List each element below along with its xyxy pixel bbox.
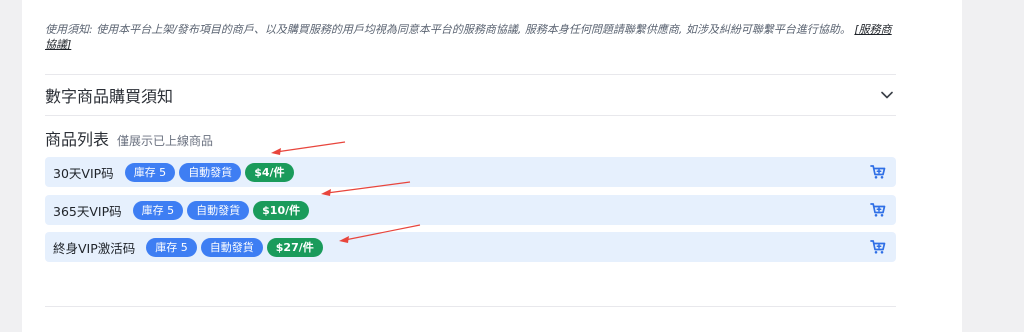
product-name: 30天VIP码 <box>53 165 114 181</box>
add-to-cart-icon[interactable] <box>870 202 886 218</box>
stock-badge: 庫存 5 <box>124 162 176 182</box>
product-name: 365天VIP码 <box>53 203 122 219</box>
divider <box>45 306 896 307</box>
chevron-down-icon[interactable] <box>878 86 896 104</box>
add-to-cart-icon[interactable] <box>870 164 886 180</box>
product-name: 終身VIP激活码 <box>53 240 136 256</box>
add-to-cart-icon[interactable] <box>870 239 886 255</box>
price-badge: $4/件 <box>245 162 294 182</box>
divider <box>45 115 896 116</box>
auto-delivery-badge: 自動發貨 <box>187 200 250 220</box>
product-row: 30天VIP码 庫存 5 自動發貨 $4/件 <box>45 157 896 187</box>
usage-notice: 使用須知: 使用本平台上架/發布項目的商戶、以及購買服務的用戶均視為同意本平台的… <box>45 22 895 52</box>
notice-text: 使用須知: 使用本平台上架/發布項目的商戶、以及購買服務的用戶均視為同意本平台的… <box>45 23 851 36</box>
auto-delivery-badge: 自動發貨 <box>200 237 263 257</box>
product-row: 365天VIP码 庫存 5 自動發貨 $10/件 <box>45 195 896 225</box>
price-badge: $27/件 <box>266 237 323 257</box>
auto-delivery-badge: 自動發貨 <box>179 162 242 182</box>
accordion-title: 數字商品購買須知 <box>45 87 174 106</box>
product-list-header: 商品列表 僅展示已上線商品 <box>45 126 213 150</box>
stock-badge: 庫存 5 <box>146 237 197 257</box>
stock-badge: 庫存 5 <box>132 200 184 220</box>
product-row: 終身VIP激活码 庫存 5 自動發貨 $27/件 <box>45 232 896 262</box>
product-list-subtitle: 僅展示已上線商品 <box>117 134 214 148</box>
purchase-notice-accordion[interactable]: 數字商品購買須知 <box>45 75 896 115</box>
price-badge: $10/件 <box>253 200 310 220</box>
product-list-title: 商品列表 <box>45 130 110 149</box>
